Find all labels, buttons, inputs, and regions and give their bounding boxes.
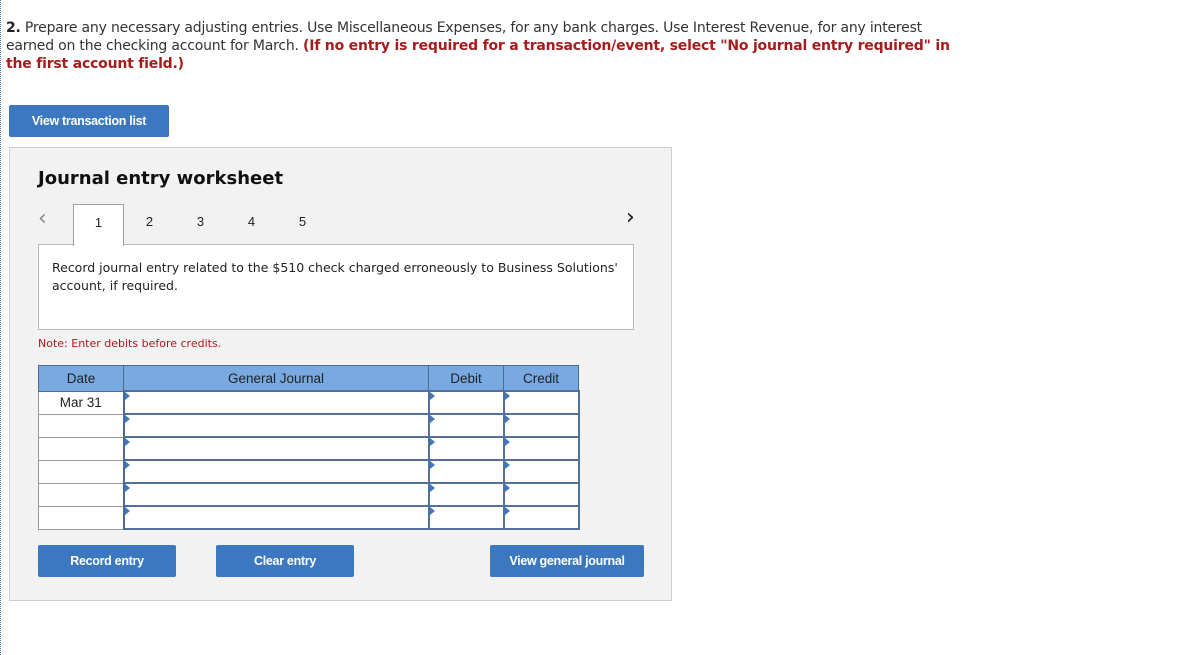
question-text: 2. Prepare any necessary adjusting entri… [6, 19, 956, 73]
account-field[interactable] [122, 413, 430, 438]
credit-input[interactable] [504, 507, 578, 528]
clear-entry-button[interactable]: Clear entry [216, 545, 354, 577]
date-cell [38, 436, 125, 461]
field-indicator-icon [429, 438, 435, 446]
debit-field[interactable] [427, 459, 505, 484]
credit-field[interactable] [502, 436, 580, 461]
tab-5[interactable]: 5 [277, 204, 328, 245]
debit-field[interactable] [427, 390, 505, 415]
debit-input[interactable] [429, 415, 503, 436]
debits-note: Note: Enter debits before credits. [38, 337, 222, 350]
credit-input[interactable] [504, 461, 578, 482]
account-field[interactable] [122, 505, 430, 530]
credit-input[interactable] [504, 484, 578, 505]
field-indicator-icon [504, 438, 510, 446]
dropdown-indicator-icon [124, 484, 130, 492]
credit-field[interactable] [502, 390, 580, 415]
account-field[interactable] [122, 436, 430, 461]
header-debit: Debit [428, 365, 504, 392]
debit-input[interactable] [429, 484, 503, 505]
debit-field[interactable] [427, 436, 505, 461]
transaction-description: Record journal entry related to the $510… [38, 244, 634, 330]
field-indicator-icon [504, 507, 510, 515]
tab-2[interactable]: 2 [124, 204, 175, 245]
date-cell: Mar 31 [38, 390, 125, 415]
tab-4[interactable]: 4 [226, 204, 277, 245]
table-row [38, 505, 580, 530]
field-indicator-icon [504, 484, 510, 492]
debit-field[interactable] [427, 413, 505, 438]
date-cell [38, 482, 125, 507]
credit-field[interactable] [502, 413, 580, 438]
debit-input[interactable] [429, 392, 503, 413]
tab-3[interactable]: 3 [175, 204, 226, 245]
account-input[interactable] [124, 507, 428, 528]
dropdown-indicator-icon [124, 438, 130, 446]
account-field[interactable] [122, 482, 430, 507]
header-credit: Credit [503, 365, 579, 392]
tab-1[interactable]: 1 [73, 204, 124, 246]
left-border-decoration [0, 0, 1, 655]
dropdown-indicator-icon [124, 392, 130, 400]
journal-entry-worksheet-panel: Journal entry worksheet ‹ › 1 2 3 4 5 Re… [9, 147, 672, 601]
header-date: Date [38, 365, 124, 392]
account-input[interactable] [124, 484, 428, 505]
field-indicator-icon [504, 415, 510, 423]
field-indicator-icon [429, 507, 435, 515]
account-input[interactable] [124, 392, 428, 413]
debit-field[interactable] [427, 505, 505, 530]
view-general-journal-button[interactable]: View general journal [490, 545, 644, 577]
credit-field[interactable] [502, 505, 580, 530]
debit-input[interactable] [429, 461, 503, 482]
debit-input[interactable] [429, 507, 503, 528]
field-indicator-icon [504, 392, 510, 400]
view-transaction-list-button[interactable]: View transaction list [9, 105, 169, 137]
credit-field[interactable] [502, 482, 580, 507]
table-row [38, 459, 580, 484]
table-row [38, 436, 580, 461]
field-indicator-icon [504, 461, 510, 469]
dropdown-indicator-icon [124, 461, 130, 469]
account-field[interactable] [122, 459, 430, 484]
field-indicator-icon [429, 484, 435, 492]
dropdown-indicator-icon [124, 507, 130, 515]
field-indicator-icon [429, 461, 435, 469]
account-input[interactable] [124, 438, 428, 459]
credit-field[interactable] [502, 459, 580, 484]
dropdown-indicator-icon [124, 415, 130, 423]
account-input[interactable] [124, 415, 428, 436]
credit-input[interactable] [504, 415, 578, 436]
general-journal-table: Date General Journal Debit Credit Mar 31 [38, 365, 580, 530]
question-number: 2. [6, 20, 21, 36]
credit-input[interactable] [504, 392, 578, 413]
date-cell [38, 413, 125, 438]
table-row [38, 413, 580, 438]
account-input[interactable] [124, 461, 428, 482]
account-field[interactable] [122, 390, 430, 415]
debit-field[interactable] [427, 482, 505, 507]
header-general-journal: General Journal [123, 365, 429, 392]
field-indicator-icon [429, 415, 435, 423]
debit-input[interactable] [429, 438, 503, 459]
record-entry-button[interactable]: Record entry [38, 545, 176, 577]
table-row [38, 482, 580, 507]
field-indicator-icon [429, 392, 435, 400]
date-cell [38, 505, 125, 530]
worksheet-title: Journal entry worksheet [38, 168, 284, 189]
credit-input[interactable] [504, 438, 578, 459]
chevron-right-icon[interactable]: › [626, 205, 635, 230]
date-cell [38, 459, 125, 484]
chevron-left-icon[interactable]: ‹ [38, 206, 47, 231]
table-row: Mar 31 [38, 390, 580, 415]
